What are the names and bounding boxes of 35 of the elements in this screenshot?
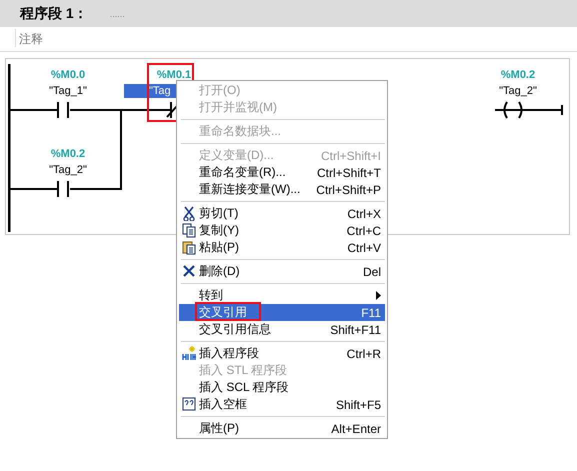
paste-icon [182,240,196,255]
menu-item[interactable]: 插入 SCL 程序段 [179,379,385,396]
copy-icon [182,223,196,238]
menu-item[interactable]: 属性(P) Alt+Enter [179,420,385,437]
network-insert-icon [182,346,196,361]
operand-tag[interactable]: "Tag [124,84,177,98]
submenu-arrow-icon [376,291,381,300]
cross-icon [182,264,196,279]
operand-tag[interactable]: "Tag_1" [28,84,108,98]
contact-symbol[interactable] [156,101,178,119]
menu-item[interactable]: 删除(D) Del [179,263,385,280]
network-title: 程序段 1： [20,4,88,22]
menu-item[interactable]: 交叉引用信息 Shift+F11 [179,321,385,338]
menu-item[interactable]: 重命名变量(R)... Ctrl+Shift+T [179,164,385,181]
menu-item[interactable]: 复制(Y) Ctrl+C [179,222,385,239]
menu-item[interactable]: 插入空框 Shift+F5 [179,396,385,413]
operand-address: %M0.1 [156,69,192,81]
coil-symbol[interactable] [494,101,532,119]
menu-item[interactable]: 剪切(T) Ctrl+X [179,205,385,222]
contact-symbol[interactable] [57,101,69,119]
operand-address: %M0.2 [50,148,86,160]
empty-box-icon [182,397,196,412]
menu-item[interactable]: 粘贴(P) Ctrl+V [179,239,385,256]
menu-item[interactable]: 交叉引用 F11 [179,304,385,321]
menu-item[interactable]: 转到 [179,287,385,304]
contact-symbol[interactable] [57,180,69,198]
menu-item[interactable]: 重新连接变量(W)... Ctrl+Shift+P [179,181,385,198]
operand-tag[interactable]: "Tag_2" [478,84,558,98]
operand-address: %M0.0 [50,69,86,81]
operand-tag[interactable]: "Tag_2" [28,163,108,177]
network-title-note: ...... [110,8,125,18]
menu-item[interactable]: 插入程序段 Ctrl+R [179,345,385,362]
scissors-icon [182,206,196,221]
operand-address: %M0.2 [500,69,536,81]
comment-field[interactable]: 注释 [15,29,577,47]
